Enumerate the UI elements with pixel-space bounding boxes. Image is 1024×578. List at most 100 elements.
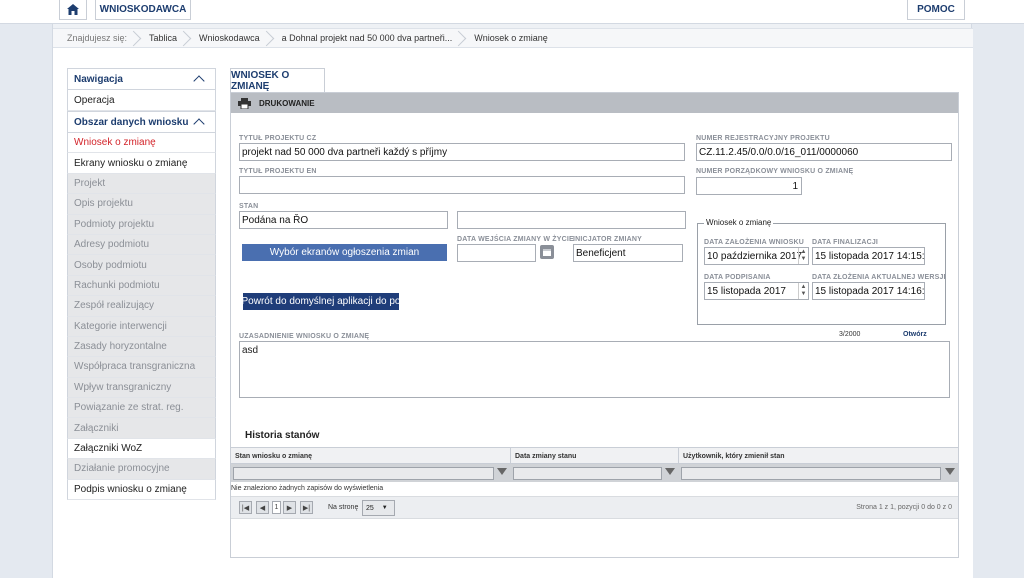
order-number-field[interactable]: 1: [696, 177, 802, 195]
created-field[interactable]: 10 października 2017 ▲ ▼: [704, 247, 809, 265]
filter-icon[interactable]: [945, 468, 955, 475]
chevron-up-icon: [193, 118, 205, 130]
sidebar-item-project-entities[interactable]: Podmioty projektu: [67, 214, 216, 235]
breadcrumb-prefix: Znajdujesz się:: [53, 29, 137, 47]
per-page-label: Na stronę: [328, 504, 359, 511]
filter-state-input[interactable]: [233, 467, 494, 480]
main-area: Nawigacja Operacja Obszar danych wniosku…: [53, 48, 973, 578]
sidebar-item-woz-attachments[interactable]: Załączniki WoZ: [67, 438, 216, 460]
last-page-icon[interactable]: ▶|: [300, 501, 313, 514]
per-page-value: 25: [366, 504, 374, 512]
column-divider: [510, 448, 511, 465]
home-icon: [67, 4, 79, 15]
sidebar-item-operations[interactable]: Operacja: [67, 90, 216, 111]
spinner-icon[interactable]: ▲ ▼: [798, 283, 808, 299]
initiator-field[interactable]: Beneficjent: [573, 244, 683, 262]
chevron-down-icon: ▼: [381, 505, 388, 511]
breadcrumb-current: Wniosek o zmianę: [474, 33, 548, 43]
breadcrumb-project[interactable]: a Dohnal projekt nad 50 000 dva partneři…: [270, 29, 463, 47]
change-request-box: Wniosek o zmianę DATA ZAŁOŻENIA WNIOSKU …: [697, 218, 946, 325]
spinner-icon[interactable]: ▲ ▼: [798, 248, 808, 264]
change-request-box-title: Wniosek o zmianę: [704, 218, 774, 227]
justification-label: UZASADNIENIE WNIOSKU O ZMIANĘ: [239, 333, 370, 340]
home-button[interactable]: [59, 0, 87, 20]
breadcrumb-dashboard[interactable]: Tablica: [137, 29, 187, 47]
sidebar-nav-header[interactable]: Nawigacja: [67, 68, 216, 90]
sidebar-item-crossborder-cooperation[interactable]: Współpraca transgraniczna: [67, 357, 216, 378]
first-page-icon[interactable]: |◀: [239, 501, 252, 514]
sidebar-item-entity-addresses[interactable]: Adresy podmiotu: [67, 234, 216, 256]
sidebar-item-horizontal-principles[interactable]: Zasady horyzontalne: [67, 336, 216, 358]
filter-icon[interactable]: [665, 468, 675, 475]
signed-label: DATA PODPISANIA: [704, 274, 771, 281]
print-label: DRUKOWANIE: [259, 98, 315, 108]
history-empty-message: Nie znaleziono żadnych zapisów do wyświe…: [231, 485, 384, 492]
title-en-label: TYTUŁ PROJEKTU EN: [239, 168, 317, 175]
finalized-field[interactable]: 15 listopada 2017 14:15:14: [812, 247, 925, 265]
page-input[interactable]: 1: [272, 501, 281, 514]
state-extra-field[interactable]: [457, 211, 686, 229]
sidebar: Nawigacja Operacja Obszar danych wniosku…: [67, 68, 216, 501]
role-button[interactable]: WNIOSKODAWCA: [95, 0, 191, 20]
effective-date-label: DATA WEJŚCIA ZMIANY W ŻYCIE: [457, 236, 574, 243]
sidebar-item-project[interactable]: Projekt: [67, 173, 216, 195]
sidebar-item-entity-accounts[interactable]: Rachunki podmiotu: [67, 275, 216, 297]
printer-icon: [238, 97, 251, 109]
submitted-label: DATA ZŁOŻENIA AKTUALNEJ WERSJI: [812, 274, 946, 281]
sidebar-area-header-label: Obszar danych wniosku: [74, 116, 189, 128]
chevron-up-icon: [193, 75, 205, 87]
sidebar-item-team[interactable]: Zespół realizujący: [67, 296, 216, 317]
sidebar-item-project-description[interactable]: Opis projektu: [67, 194, 216, 215]
history-grid-header: Stan wniosku o zmianę Data zmiany stanu …: [231, 447, 958, 465]
next-page-icon[interactable]: ▶: [283, 501, 296, 514]
top-bar: WNIOSKODAWCA POMOC: [0, 0, 1024, 24]
justification-open-link[interactable]: Otwórz: [903, 331, 927, 338]
sidebar-nav-header-label: Nawigacja: [74, 73, 123, 85]
pager-summary: Strona 1 z 1, pozycji 0 do 0 z 0: [856, 504, 952, 511]
order-number-label: NUMER PORZĄDKOWY WNIOSKU O ZMIANĘ: [696, 168, 854, 175]
created-label: DATA ZAŁOŻENIA WNIOSKU: [704, 239, 805, 246]
filter-date-input[interactable]: [513, 467, 662, 480]
title-en-field[interactable]: [239, 176, 685, 194]
effective-date-field[interactable]: [457, 244, 536, 262]
sidebar-area-header[interactable]: Obszar danych wniosku: [67, 111, 216, 133]
sidebar-item-strategy-link[interactable]: Powiązanie ze strat. reg.: [67, 398, 216, 419]
history-col-user[interactable]: Użytkownik, który zmienił stan: [683, 453, 785, 460]
history-filter-row: [231, 464, 958, 482]
history-title: Historia stanów: [245, 430, 320, 441]
finalized-label: DATA FINALIZACJI: [812, 239, 879, 246]
sidebar-item-entity-persons[interactable]: Osoby podmiotu: [67, 255, 216, 276]
filter-icon[interactable]: [497, 468, 507, 475]
sidebar-item-promotion[interactable]: Działanie promocyjne: [67, 459, 216, 480]
select-screens-button[interactable]: Wybór ekranów ogłoszenia zmian: [242, 244, 447, 261]
column-divider: [678, 448, 679, 465]
title-cz-label: TYTUŁ PROJEKTU CZ: [239, 135, 317, 142]
return-button[interactable]: Powrót do domyślnej aplikacji do po: [243, 293, 399, 310]
justification-counter: 3/2000: [839, 331, 861, 338]
signed-field[interactable]: 15 listopada 2017 ▲ ▼: [704, 282, 809, 300]
history-pager: |◀ ◀ 1 ▶ ▶| Na stronę 25 ▼ Strona 1 z 1,…: [231, 496, 958, 519]
submitted-field[interactable]: 15 listopada 2017 14:16:40: [812, 282, 925, 300]
sidebar-item-change-request[interactable]: Wniosek o zmianę: [67, 133, 216, 154]
per-page-select[interactable]: 25 ▼: [362, 500, 395, 516]
help-button[interactable]: POMOC: [907, 0, 965, 20]
reg-number-field[interactable]: CZ.11.2.45/0.0/0.0/16_011/0000060: [696, 143, 952, 161]
breadcrumb: Znajdujesz się: Tablica Wnioskodawca a D…: [53, 28, 973, 48]
filter-user-input[interactable]: [681, 467, 941, 480]
sidebar-item-change-screens[interactable]: Ekrany wniosku o zmianę: [67, 153, 216, 174]
sidebar-item-intervention-categories[interactable]: Kategorie interwencji: [67, 316, 216, 337]
print-toolbar[interactable]: DRUKOWANIE: [231, 93, 958, 113]
state-field[interactable]: Podána na ŘO: [239, 211, 448, 229]
sidebar-item-attachments[interactable]: Załączniki: [67, 418, 216, 439]
history-col-state[interactable]: Stan wniosku o zmianę: [235, 453, 312, 460]
sidebar-item-signature[interactable]: Podpis wniosku o zmianę: [67, 479, 216, 501]
created-value: 10 października 2017: [707, 250, 803, 262]
breadcrumb-applicant[interactable]: Wnioskodawca: [187, 29, 270, 47]
calendar-icon[interactable]: [540, 245, 554, 259]
sidebar-item-crossborder-impact[interactable]: Wpływ transgraniczny: [67, 377, 216, 399]
tab-change-request[interactable]: WNIOSEK O ZMIANĘ: [230, 68, 325, 92]
history-col-date[interactable]: Data zmiany stanu: [515, 453, 576, 460]
prev-page-icon[interactable]: ◀: [256, 501, 269, 514]
justification-textarea[interactable]: asd: [239, 341, 950, 398]
title-cz-field[interactable]: projekt nad 50 000 dva partneři každý s …: [239, 143, 685, 161]
